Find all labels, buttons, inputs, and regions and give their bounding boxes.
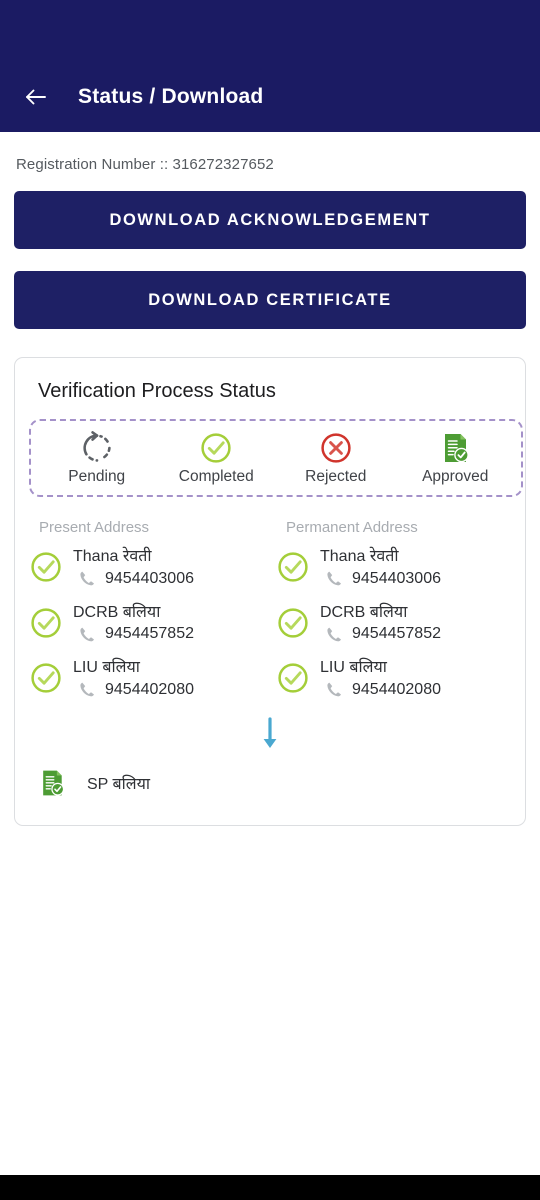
office-name: DCRB बलिया bbox=[73, 603, 161, 621]
system-navigation-bar bbox=[0, 1175, 540, 1200]
card-title: Verification Process Status bbox=[38, 380, 276, 402]
legend-label-approved: Approved bbox=[422, 467, 489, 485]
phone-icon bbox=[79, 626, 96, 643]
check-circle-icon bbox=[29, 661, 63, 695]
phone-row: 9454402080 bbox=[73, 681, 194, 699]
legend-label-rejected: Rejected bbox=[305, 467, 367, 485]
final-authority-label: SP बलिया bbox=[87, 775, 151, 793]
phone-number[interactable]: 9454457852 bbox=[352, 625, 441, 643]
page-title: Status / Download bbox=[78, 85, 264, 108]
legend-item-approved: Approved bbox=[396, 431, 516, 486]
check-circle-icon bbox=[276, 550, 310, 584]
x-circle-icon bbox=[319, 431, 353, 465]
phone-row: 9454402080 bbox=[320, 681, 441, 699]
phone-number[interactable]: 9454402080 bbox=[105, 681, 194, 699]
present-address-heading: Present Address bbox=[39, 519, 150, 536]
page-content: Registration Number :: 316272327652 DOWN… bbox=[0, 132, 540, 826]
office-name: LIU बलिया bbox=[73, 659, 140, 677]
list-item: Thana रेवती 9454403006 bbox=[29, 546, 264, 588]
phone-row: 9454457852 bbox=[73, 625, 194, 643]
list-item: LIU बलिया 9454402080 bbox=[276, 657, 511, 699]
phone-icon bbox=[326, 681, 343, 698]
legend-label-completed: Completed bbox=[178, 467, 254, 485]
list-item: LIU बलिया 9454402080 bbox=[29, 657, 264, 699]
arrow-left-icon[interactable] bbox=[22, 83, 50, 111]
permanent-address-column: Permanent Address Thana रेवती 9454403006… bbox=[264, 519, 511, 713]
legend-item-completed: Completed bbox=[157, 431, 277, 486]
document-check-icon bbox=[438, 431, 472, 465]
phone-number[interactable]: 9454403006 bbox=[352, 570, 441, 588]
address-columns: Present Address Thana रेवती 9454403006 D… bbox=[29, 519, 511, 713]
office-name: Thana रेवती bbox=[73, 548, 152, 565]
office-name: DCRB बलिया bbox=[320, 603, 408, 621]
legend-label-pending: Pending bbox=[68, 467, 126, 485]
legend-item-rejected: Rejected bbox=[276, 431, 396, 486]
phone-number[interactable]: 9454403006 bbox=[105, 570, 194, 588]
check-circle-icon bbox=[29, 550, 63, 584]
phone-number[interactable]: 9454457852 bbox=[105, 625, 194, 643]
phone-number[interactable]: 9454402080 bbox=[352, 681, 441, 699]
status-legend: Pending Completed Rejected Approved bbox=[29, 419, 523, 497]
document-check-icon bbox=[37, 767, 67, 799]
check-circle-icon bbox=[276, 606, 310, 640]
app-bar: Status / Download bbox=[0, 62, 540, 132]
arrow-down-icon bbox=[259, 717, 281, 751]
phone-icon bbox=[326, 626, 343, 643]
flow-arrow-container bbox=[29, 717, 511, 751]
system-status-bar bbox=[0, 0, 540, 62]
list-item: Thana रेवती 9454403006 bbox=[276, 546, 511, 588]
phone-row: 9454457852 bbox=[320, 625, 441, 643]
download-certificate-button[interactable]: DOWNLOAD CERTIFICATE bbox=[14, 271, 526, 329]
list-item: DCRB बलिया 9454457852 bbox=[276, 602, 511, 644]
phone-icon bbox=[79, 681, 96, 698]
present-address-column: Present Address Thana रेवती 9454403006 D… bbox=[29, 519, 264, 713]
permanent-address-heading: Permanent Address bbox=[286, 519, 418, 536]
pending-refresh-icon bbox=[80, 430, 114, 465]
download-acknowledgement-button[interactable]: DOWNLOAD ACKNOWLEDGEMENT bbox=[14, 191, 526, 249]
office-name: Thana रेवती bbox=[320, 548, 399, 565]
final-authority-row: SP बलिया bbox=[29, 767, 511, 799]
legend-item-pending: Pending bbox=[37, 430, 157, 486]
check-circle-icon bbox=[276, 661, 310, 695]
registration-number: Registration Number :: 316272327652 bbox=[16, 156, 274, 173]
phone-icon bbox=[79, 570, 96, 587]
list-item: DCRB बलिया 9454457852 bbox=[29, 602, 264, 644]
check-circle-icon bbox=[29, 606, 63, 640]
app-root: Status / Download Registration Number ::… bbox=[0, 0, 540, 1200]
phone-row: 9454403006 bbox=[320, 570, 441, 588]
office-name: LIU बलिया bbox=[320, 659, 387, 677]
phone-row: 9454403006 bbox=[73, 570, 194, 588]
phone-icon bbox=[326, 570, 343, 587]
check-circle-icon bbox=[199, 431, 233, 465]
verification-status-card: Verification Process Status Pending Comp… bbox=[14, 357, 526, 826]
